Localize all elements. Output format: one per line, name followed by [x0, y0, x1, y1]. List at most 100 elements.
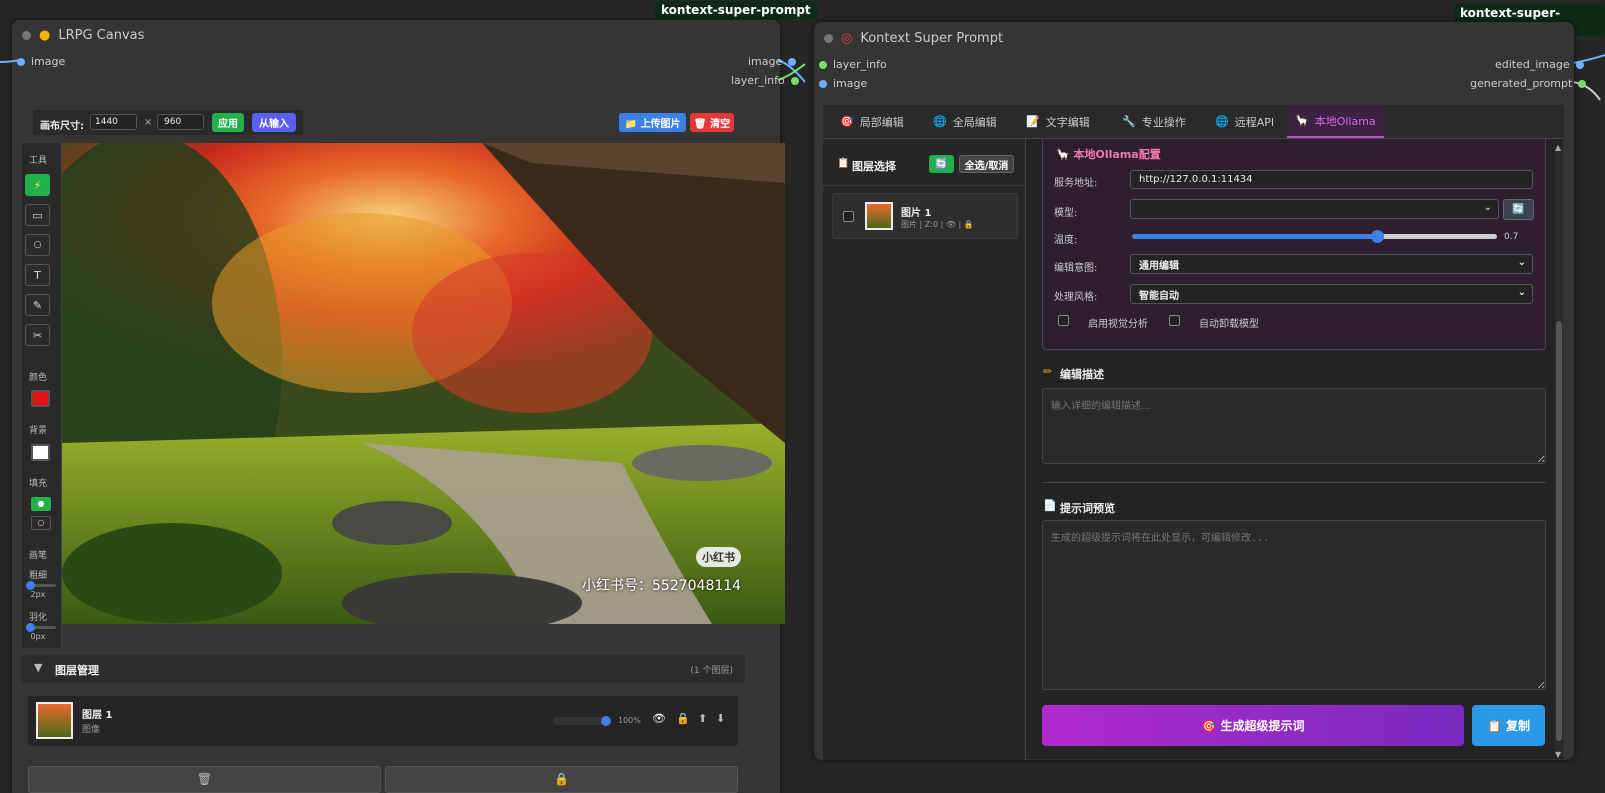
opacity-slider[interactable] — [553, 716, 611, 726]
temperature-slider[interactable] — [1132, 230, 1497, 243]
layer-panel-title: 图层管理 — [55, 664, 99, 677]
style-value: 智能自动 — [1139, 290, 1179, 302]
node-title-bar[interactable]: ● LRPG Canvas — [12, 20, 780, 50]
edit-intent-select[interactable]: 通用编辑 ⌄ — [1130, 254, 1533, 274]
lock-icon[interactable]: 🔒 — [676, 712, 690, 725]
slider-thumb[interactable] — [1370, 230, 1384, 243]
feather-label: 羽化 — [28, 613, 47, 623]
tab-global-edit[interactable]: 🌐 全局编辑 — [925, 105, 1005, 138]
feather-value: 0px — [30, 632, 46, 641]
input-slot-layer-info[interactable]: layer_info — [819, 58, 887, 71]
right-scrollbar[interactable]: ▲ ▼ — [1555, 143, 1563, 759]
visual-analysis-checkbox[interactable] — [1058, 315, 1069, 326]
feather-slider[interactable] — [26, 623, 56, 632]
wrench-icon: 🔧 — [1122, 115, 1136, 128]
node-title-bar[interactable]: ◎ Kontext Super Prompt — [814, 22, 1574, 54]
prompt-preview-title: 提示词预览 — [1060, 502, 1115, 515]
circle-icon: ○ — [33, 240, 42, 250]
lock-layer-button[interactable]: 🔒 — [385, 766, 738, 793]
eye-icon[interactable]: 👁 — [652, 712, 666, 725]
style-select[interactable]: 智能自动 ⌄ — [1130, 284, 1533, 304]
move-up-icon[interactable]: ⬆ — [698, 712, 707, 725]
layer-type: 图像 — [82, 725, 101, 735]
refresh-models-button[interactable]: 🔄 — [1503, 199, 1534, 220]
rectangle-tool-button[interactable]: ▭ — [25, 204, 50, 226]
select-all-button[interactable]: 全选/取消 — [959, 155, 1014, 173]
target-icon: 🎯 — [840, 115, 854, 128]
move-down-icon[interactable]: ⬇ — [716, 712, 725, 725]
tab-text-edit[interactable]: 📝 文字编辑 — [1018, 105, 1098, 138]
output-slot-generated-prompt[interactable]: generated_prompt — [1470, 77, 1587, 90]
slider-thumb[interactable] — [26, 623, 35, 632]
garden-photo — [62, 143, 785, 624]
brush-size-slider[interactable] — [26, 581, 56, 590]
layer-panel-header[interactable]: ▼ 图层管理 (1 个图层) — [22, 655, 745, 683]
canvas-height-input[interactable]: 960 — [157, 114, 204, 130]
input-slot-image[interactable]: image — [819, 77, 867, 90]
tools-label: 工具 — [28, 156, 47, 166]
refresh-icon: 🔄 — [1512, 204, 1525, 215]
node-title: Kontext Super Prompt — [860, 30, 1004, 46]
slider-thumb[interactable] — [601, 716, 611, 726]
canvas-width-input[interactable]: 1440 — [90, 114, 137, 130]
delete-layer-button[interactable]: 🗑 — [28, 766, 381, 793]
collapse-dot-icon[interactable] — [824, 33, 833, 43]
auto-unload-label: 自动卸载模型 — [1199, 319, 1259, 330]
prompt-preview-textarea[interactable] — [1042, 520, 1546, 690]
layer-name: 图层 1 — [82, 710, 113, 721]
refresh-layers-button[interactable]: 🔄 — [929, 155, 954, 173]
collapse-triangle-icon[interactable]: ▼ — [34, 661, 42, 674]
select-tool-button[interactable]: ⚡ — [25, 174, 50, 196]
tab-local-ollama[interactable]: 🦙 本地Ollama — [1287, 105, 1384, 138]
tab-local-edit[interactable]: 🎯 局部编辑 — [832, 105, 912, 138]
scroll-down-icon[interactable]: ▼ — [1555, 750, 1561, 759]
slot-label: image — [748, 55, 783, 68]
clipboard-icon: 📋 — [837, 158, 850, 169]
model-select[interactable]: ⌄ — [1130, 199, 1499, 219]
target-icon: ◎ — [841, 30, 853, 46]
globe-icon: 🌐 — [933, 115, 947, 128]
scroll-up-icon[interactable]: ▲ — [1555, 143, 1561, 152]
output-slot-image[interactable]: image — [748, 55, 797, 68]
auto-unload-checkbox[interactable] — [1169, 315, 1180, 326]
tab-remote-api[interactable]: 🌐 远程API — [1207, 105, 1282, 138]
node-tag-left: kontext-super-prompt — [655, 1, 817, 19]
lightning-icon: ⚡ — [33, 178, 42, 192]
brush-size-value: 2px — [30, 590, 46, 599]
text-tool-button[interactable]: T — [25, 264, 50, 286]
service-url-input[interactable]: http://127.0.0.1:11434 — [1130, 170, 1533, 189]
clear-button[interactable]: 🗑 清空 — [690, 113, 734, 132]
layer-list-item[interactable]: 图片 1 图片 | Z:0 | 👁 | 🔒 — [832, 193, 1018, 239]
globe-icon: 🌐 — [1215, 115, 1229, 128]
upload-image-button[interactable]: 📁 上传图片 — [619, 113, 686, 132]
layer-checkbox[interactable] — [843, 211, 854, 222]
tab-label: 本地Ollama — [1314, 114, 1376, 128]
canvas-area[interactable]: 小红书 小红书号：5527048114 — [62, 143, 785, 624]
fill-off-button[interactable]: ○ — [31, 516, 51, 530]
fill-on-button[interactable]: ● — [31, 497, 51, 511]
scrollbar-thumb[interactable] — [1556, 321, 1562, 741]
apply-button[interactable]: 应用 — [212, 113, 244, 132]
slot-dot-icon — [1575, 60, 1584, 69]
tab-pro-ops[interactable]: 🔧 专业操作 — [1114, 105, 1194, 138]
generate-prompt-button[interactable]: 🎯 生成超级提示词 — [1042, 705, 1464, 746]
crop-tool-button[interactable]: ✂ — [25, 324, 50, 346]
collapse-dot-icon[interactable] — [22, 30, 31, 40]
opacity-value: 100% — [618, 716, 641, 725]
brush-color-swatch[interactable] — [31, 390, 50, 407]
edit-description-textarea[interactable] — [1042, 388, 1546, 464]
copy-button[interactable]: 📋 复制 — [1472, 705, 1545, 746]
layer-row[interactable]: 图层 1 图像 100% 👁 🔒 ⬆ ⬇ — [28, 696, 738, 746]
ollama-config-title: 🦙 本地Ollama配置 — [1056, 148, 1161, 161]
output-slot-edited-image[interactable]: edited_image — [1495, 58, 1584, 71]
output-slot-layer-info[interactable]: layer_info — [731, 74, 799, 87]
from-input-button[interactable]: 从输入 — [252, 113, 296, 132]
slider-thumb[interactable] — [26, 581, 35, 590]
input-slot-image[interactable]: image — [17, 55, 65, 68]
brush-tool-button[interactable]: ✎ — [25, 294, 50, 316]
bg-color-swatch[interactable] — [31, 444, 50, 461]
slot-dot-icon — [790, 76, 799, 85]
tab-label: 远程API — [1234, 115, 1275, 129]
circle-tool-button[interactable]: ○ — [25, 234, 50, 256]
text-icon: T — [34, 268, 41, 282]
